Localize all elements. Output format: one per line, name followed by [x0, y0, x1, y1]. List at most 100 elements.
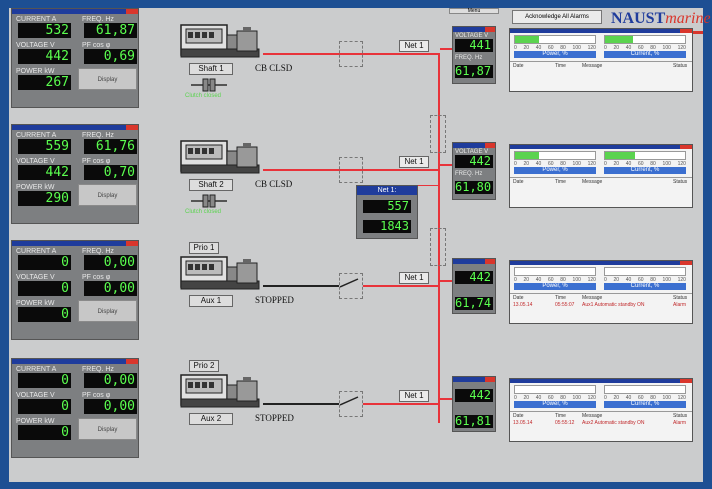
- acknowledge-all-alarms-button[interactable]: Acknowledge All Alarms: [512, 10, 602, 24]
- freq-cell: FREQ. Hz 61,87: [80, 16, 139, 38]
- log-row[interactable]: [510, 186, 692, 194]
- voltage-cell: VOLTAGE V 442: [14, 158, 73, 180]
- current-title: Current, %: [604, 401, 686, 408]
- net-label[interactable]: Net 1: [399, 40, 429, 52]
- pf-cell: PF cos φ 0,70: [80, 158, 139, 180]
- voltage-label: VOLTAGE V: [16, 158, 55, 165]
- pf-label: PF cos φ: [82, 274, 111, 281]
- freq-label: FREQ. Hz: [82, 16, 114, 23]
- current-bar: [604, 385, 686, 394]
- right-meter-panel: 442 61,74: [452, 258, 496, 314]
- scada-screen: Menu Acknowledge All Alarms NAUSTmarine …: [9, 8, 711, 482]
- display-button[interactable]: Display: [78, 300, 137, 322]
- power-cell: POWER kW 0: [14, 418, 73, 440]
- log-row[interactable]: [510, 70, 692, 78]
- right-meter-header-accent: [485, 377, 495, 382]
- right-meter-panel: VOLTAGE V 442 FREQ. Hz 61,80: [452, 142, 496, 200]
- net-label[interactable]: Net 1: [399, 272, 429, 284]
- display-button[interactable]: Display: [78, 184, 137, 206]
- current-bar-fill: [605, 36, 633, 43]
- meter-panel: CURRENT A 532 FREQ. Hz 61,87 VOLTAGE V 442 PF …: [11, 8, 139, 108]
- power-cell: POWER kW 290: [14, 184, 73, 206]
- circuit-breaker[interactable]: [339, 41, 363, 67]
- log-status: Alarm: [673, 420, 687, 426]
- right-freq-label: FREQ. Hz: [455, 171, 483, 177]
- breaker-status-text: STOPPED: [255, 413, 294, 423]
- panel-header: [12, 9, 138, 14]
- log-row[interactable]: 13.05.14 05:55:07 Aux1 Automatic standby O…: [510, 302, 692, 310]
- freq-cell: FREQ. Hz 0,00: [80, 248, 139, 270]
- net-popup: Net 1: 557 1843: [356, 185, 418, 239]
- gauge-header-accent: [680, 261, 692, 265]
- gauge-header-accent: [680, 379, 692, 383]
- log-header-date: Date: [513, 179, 524, 185]
- log-header-time: Time: [555, 179, 566, 185]
- freq-label: FREQ. Hz: [82, 132, 114, 139]
- power-cell: POWER kW 0: [14, 300, 73, 322]
- log-message: Aux2 Automatic standby ON: [582, 420, 645, 426]
- gauge-header: [510, 261, 692, 265]
- feeder-line-bus-side: [363, 403, 438, 405]
- generator-icon: [179, 255, 263, 293]
- bus-breaker: [430, 228, 446, 266]
- right-meter-link: [440, 164, 452, 166]
- generator-icon: [179, 23, 263, 61]
- gauge-header-accent: [680, 29, 692, 33]
- freq-label: FREQ. Hz: [82, 366, 114, 373]
- power-value: 267: [18, 75, 71, 90]
- net-label[interactable]: Net 1: [399, 390, 429, 402]
- power-label: POWER kW: [16, 300, 55, 307]
- generator-icon: [179, 139, 263, 177]
- freq-cell: FREQ. Hz 0,00: [80, 366, 139, 388]
- power-value: 0: [18, 425, 71, 440]
- display-button[interactable]: Display: [78, 418, 137, 440]
- circuit-breaker[interactable]: [339, 157, 363, 183]
- voltage-value: 0: [18, 399, 71, 414]
- gauge-log-panel: 0 20 40 60 80 100 120 Power, % 0 20 40 60 80 100 120 Cu…: [509, 144, 693, 208]
- brand-logo: NAUSTmarine: [611, 10, 711, 27]
- pf-value: 0,70: [84, 165, 137, 180]
- panel-header-accent: [126, 9, 138, 14]
- pf-label: PF cos φ: [82, 42, 111, 49]
- pf-label: PF cos φ: [82, 158, 111, 165]
- log-date: 13.05.14: [513, 302, 533, 308]
- generator-name-label: Aux 1: [189, 295, 233, 307]
- freq-value: 61,87: [84, 23, 137, 38]
- prio-label: Prio 2: [189, 360, 219, 372]
- net-popup-link: [418, 185, 438, 186]
- log-row[interactable]: 13.05.14 05:55:12 Aux2 Automatic standby O…: [510, 420, 692, 428]
- log-header-status: Status: [673, 295, 688, 301]
- net-popup-value1: 557: [363, 200, 411, 213]
- display-button[interactable]: Display: [78, 68, 137, 90]
- power-bar: [514, 151, 596, 160]
- clutch-status-label: Clutch closed: [185, 93, 222, 99]
- net-label[interactable]: Net 1: [399, 156, 429, 168]
- voltage-label: VOLTAGE V: [16, 274, 55, 281]
- log-header: Date Time Message Status: [510, 293, 692, 301]
- power-label: POWER kW: [16, 68, 55, 75]
- menu-button[interactable]: Menu: [449, 8, 499, 14]
- net-popup-value2: 1843: [363, 220, 411, 233]
- log-date: 13.05.14: [513, 420, 533, 426]
- current-label: CURRENT A: [16, 366, 57, 373]
- current-title: Current, %: [604, 283, 686, 290]
- breaker-status-text: CB CLSD: [255, 179, 293, 189]
- pf-value: 0,69: [84, 49, 137, 64]
- current-cell: CURRENT A 559: [14, 132, 73, 154]
- log-status: Alarm: [673, 302, 687, 308]
- clutch-icon: [191, 78, 227, 92]
- right-meter-link: [440, 280, 452, 282]
- meter-panel: CURRENT A 559 FREQ. Hz 61,76 VOLTAGE V 442 PF …: [11, 124, 139, 224]
- power-value: 0: [18, 307, 71, 322]
- circuit-breaker[interactable]: [339, 391, 363, 417]
- voltage-value: 442: [18, 165, 71, 180]
- log-header-message: Message: [582, 179, 603, 185]
- circuit-breaker[interactable]: [339, 273, 363, 299]
- freq-value: 0,00: [84, 255, 137, 270]
- voltage-value: 0: [18, 281, 71, 296]
- freq-cell: FREQ. Hz 61,76: [80, 132, 139, 154]
- clutch-status-label: Clutch closed: [185, 209, 222, 215]
- power-bar: [514, 385, 596, 394]
- right-voltage-value: 441: [455, 39, 493, 52]
- current-value: 559: [18, 139, 71, 154]
